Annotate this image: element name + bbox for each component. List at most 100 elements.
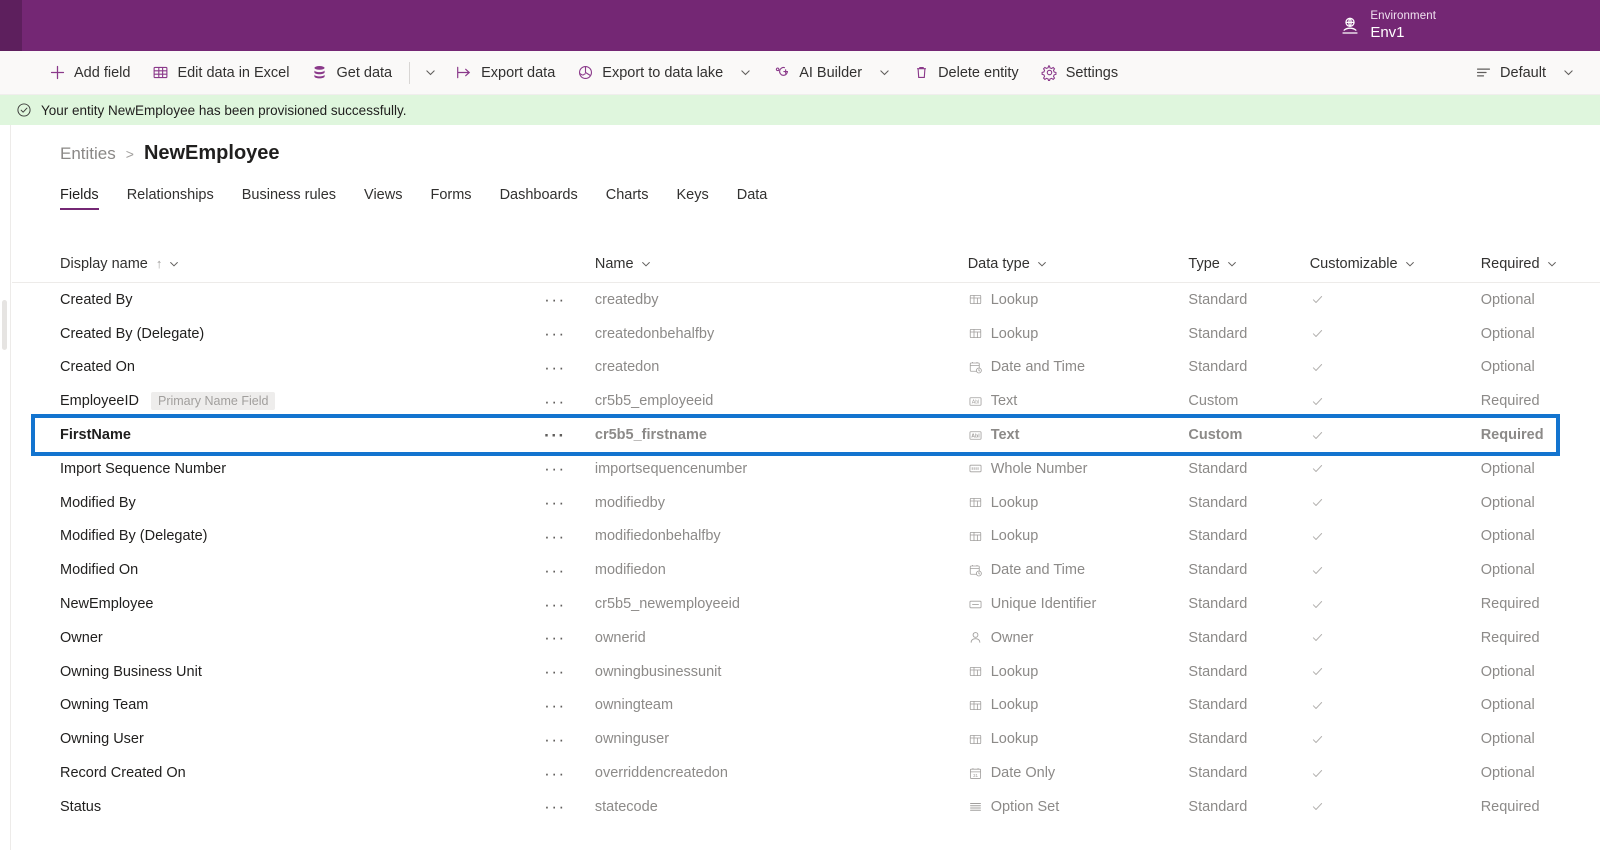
table-row[interactable]: Created By (Delegate) ··· createdonbehalfb…: [12, 317, 1600, 351]
get-data-overflow-caret[interactable]: [416, 53, 444, 93]
column-header-display-name[interactable]: Display name ↑: [60, 256, 180, 272]
table-row[interactable]: Import Sequence Number ··· importsequencen…: [12, 452, 1600, 486]
database-icon: [311, 64, 328, 81]
tab-business-rules[interactable]: Business rules: [228, 183, 350, 214]
field-data-type: Lookup: [990, 291, 1039, 308]
command-bar-right-group: Default: [1464, 53, 1600, 93]
export-data-button[interactable]: Export data: [444, 53, 566, 93]
tab-keys[interactable]: Keys: [662, 183, 722, 214]
column-header-customizable[interactable]: Customizable: [1310, 256, 1416, 272]
row-more-actions-icon[interactable]: ···: [544, 325, 565, 342]
row-more-actions-icon[interactable]: ···: [544, 697, 565, 714]
export-to-data-lake-button[interactable]: Export to data lake: [566, 53, 763, 93]
field-display-name: Owner: [60, 629, 103, 646]
column-header-name[interactable]: Name: [595, 256, 968, 272]
customizable-check-icon: [1310, 360, 1325, 375]
tab-fields[interactable]: Fields: [60, 183, 113, 214]
ai-builder-icon: [774, 64, 791, 81]
settings-button[interactable]: Settings: [1030, 53, 1129, 93]
tab-data[interactable]: Data: [723, 183, 782, 214]
table-row[interactable]: Owning User ··· owninguser Lookup Standard Op…: [12, 722, 1600, 756]
chevron-down-icon[interactable]: [1226, 258, 1238, 270]
customizable-check-icon: [1310, 766, 1325, 781]
get-data-button[interactable]: Get data: [300, 53, 403, 93]
row-more-actions-icon[interactable]: ···: [544, 291, 565, 308]
selected-table-row[interactable]: FirstName ··· cr5b5_firstname Abl Text Custom…: [12, 418, 1600, 452]
row-more-actions-icon[interactable]: ···: [544, 359, 565, 376]
tab-charts-label: Charts: [605, 187, 649, 203]
row-more-actions-icon[interactable]: ···: [544, 460, 565, 477]
view-filter-button[interactable]: Default: [1464, 53, 1586, 93]
field-type: Custom: [1188, 393, 1239, 410]
ai-builder-button[interactable]: AI Builder: [763, 53, 902, 93]
field-data-type: Unique Identifier: [990, 596, 1097, 613]
row-more-actions-icon[interactable]: ···: [544, 528, 565, 545]
page-title: NewEmployee: [143, 142, 280, 164]
table-row[interactable]: Owner ··· ownerid Owner Standard Required: [12, 621, 1600, 655]
tab-relationships[interactable]: Relationships: [113, 183, 228, 214]
environment-globe-icon: [1339, 15, 1361, 37]
field-data-type: Date and Time: [990, 562, 1086, 579]
table-row[interactable]: NewEmployee ··· cr5b5_newemployeeid Unique …: [12, 587, 1600, 621]
edit-data-in-excel-button[interactable]: Edit data in Excel: [141, 53, 300, 93]
column-header-type[interactable]: Type: [1188, 256, 1309, 272]
scrollbar-thumb[interactable]: [2, 300, 7, 350]
table-row[interactable]: Owning Business Unit ··· owningbusinessuni…: [12, 655, 1600, 689]
svg-text:Abl: Abl: [971, 433, 980, 439]
export-data-label: Export data: [481, 64, 556, 81]
table-row[interactable]: Status ··· statecode Option Set Standard Requ…: [12, 790, 1600, 824]
row-more-actions-icon[interactable]: ···: [544, 663, 565, 680]
chevron-down-icon[interactable]: [1036, 258, 1048, 270]
field-required: Optional: [1480, 697, 1535, 714]
row-more-actions-icon[interactable]: ···: [544, 427, 565, 444]
table-row[interactable]: Modified By (Delegate) ··· modifiedonbehal…: [12, 520, 1600, 554]
row-more-actions-icon[interactable]: ···: [544, 798, 565, 815]
field-logical-name: cr5b5_employeeid: [594, 393, 714, 410]
tab-views[interactable]: Views: [350, 183, 416, 214]
chevron-down-icon[interactable]: [1562, 66, 1575, 79]
edit-data-in-excel-label: Edit data in Excel: [177, 64, 290, 81]
chevron-down-icon[interactable]: [168, 258, 180, 270]
field-data-type: Lookup: [990, 528, 1039, 545]
chevron-down-icon[interactable]: [1404, 258, 1416, 270]
chevron-down-icon[interactable]: [878, 66, 891, 79]
chevron-down-icon[interactable]: [1546, 258, 1558, 270]
add-field-button[interactable]: Add field: [38, 53, 141, 93]
field-data-type: Date and Time: [990, 359, 1086, 376]
delete-entity-button[interactable]: Delete entity: [902, 53, 1030, 93]
table-row[interactable]: Modified On ··· modifiedon Date and Time Sta…: [12, 553, 1600, 587]
table-row[interactable]: Created On ··· createdon Date and Time Stand…: [12, 351, 1600, 385]
row-more-actions-icon[interactable]: ···: [544, 629, 565, 646]
row-more-actions-icon[interactable]: ···: [544, 765, 565, 782]
field-data-type: Option Set: [990, 798, 1060, 815]
field-type: Standard: [1188, 528, 1248, 545]
chevron-down-icon[interactable]: [640, 258, 652, 270]
row-more-actions-icon[interactable]: ···: [544, 562, 565, 579]
add-field-label: Add field: [74, 64, 131, 81]
row-more-actions-icon[interactable]: ···: [544, 494, 565, 511]
row-more-actions-icon[interactable]: ···: [544, 731, 565, 748]
tab-dashboards[interactable]: Dashboards: [486, 183, 592, 214]
table-row[interactable]: Modified By ··· modifiedby Lookup Standard Op…: [12, 486, 1600, 520]
chevron-down-icon[interactable]: [739, 66, 752, 79]
breadcrumb-separator: >: [125, 146, 134, 162]
table-row[interactable]: Created By ··· createdby Lookup Standard Opti…: [12, 283, 1600, 317]
column-header-data-type[interactable]: Data type: [968, 256, 1048, 272]
column-header-display-name-label: Display name: [60, 255, 148, 272]
environment-selector[interactable]: Environment Env1: [1333, 7, 1442, 44]
row-more-actions-icon[interactable]: ···: [544, 393, 565, 410]
field-required: Optional: [1480, 731, 1535, 748]
field-type: Standard: [1188, 494, 1248, 511]
lookup-icon: [968, 495, 983, 510]
breadcrumb-entities-link[interactable]: Entities: [60, 144, 116, 164]
tab-forms[interactable]: Forms: [416, 183, 485, 214]
field-data-type: Date Only: [990, 765, 1056, 782]
table-row[interactable]: Owning Team ··· owningteam Lookup Standard Op…: [12, 689, 1600, 723]
tab-charts[interactable]: Charts: [592, 183, 663, 214]
column-header-required[interactable]: Required: [1481, 256, 1600, 272]
table-row[interactable]: EmployeeID Primary Name Field ··· cr5b5_emp…: [12, 384, 1600, 418]
table-row[interactable]: Record Created On ··· overriddencreatedon 3…: [12, 756, 1600, 790]
gear-icon: [1041, 64, 1058, 81]
field-display-name: Owning Team: [60, 697, 149, 714]
row-more-actions-icon[interactable]: ···: [544, 596, 565, 613]
